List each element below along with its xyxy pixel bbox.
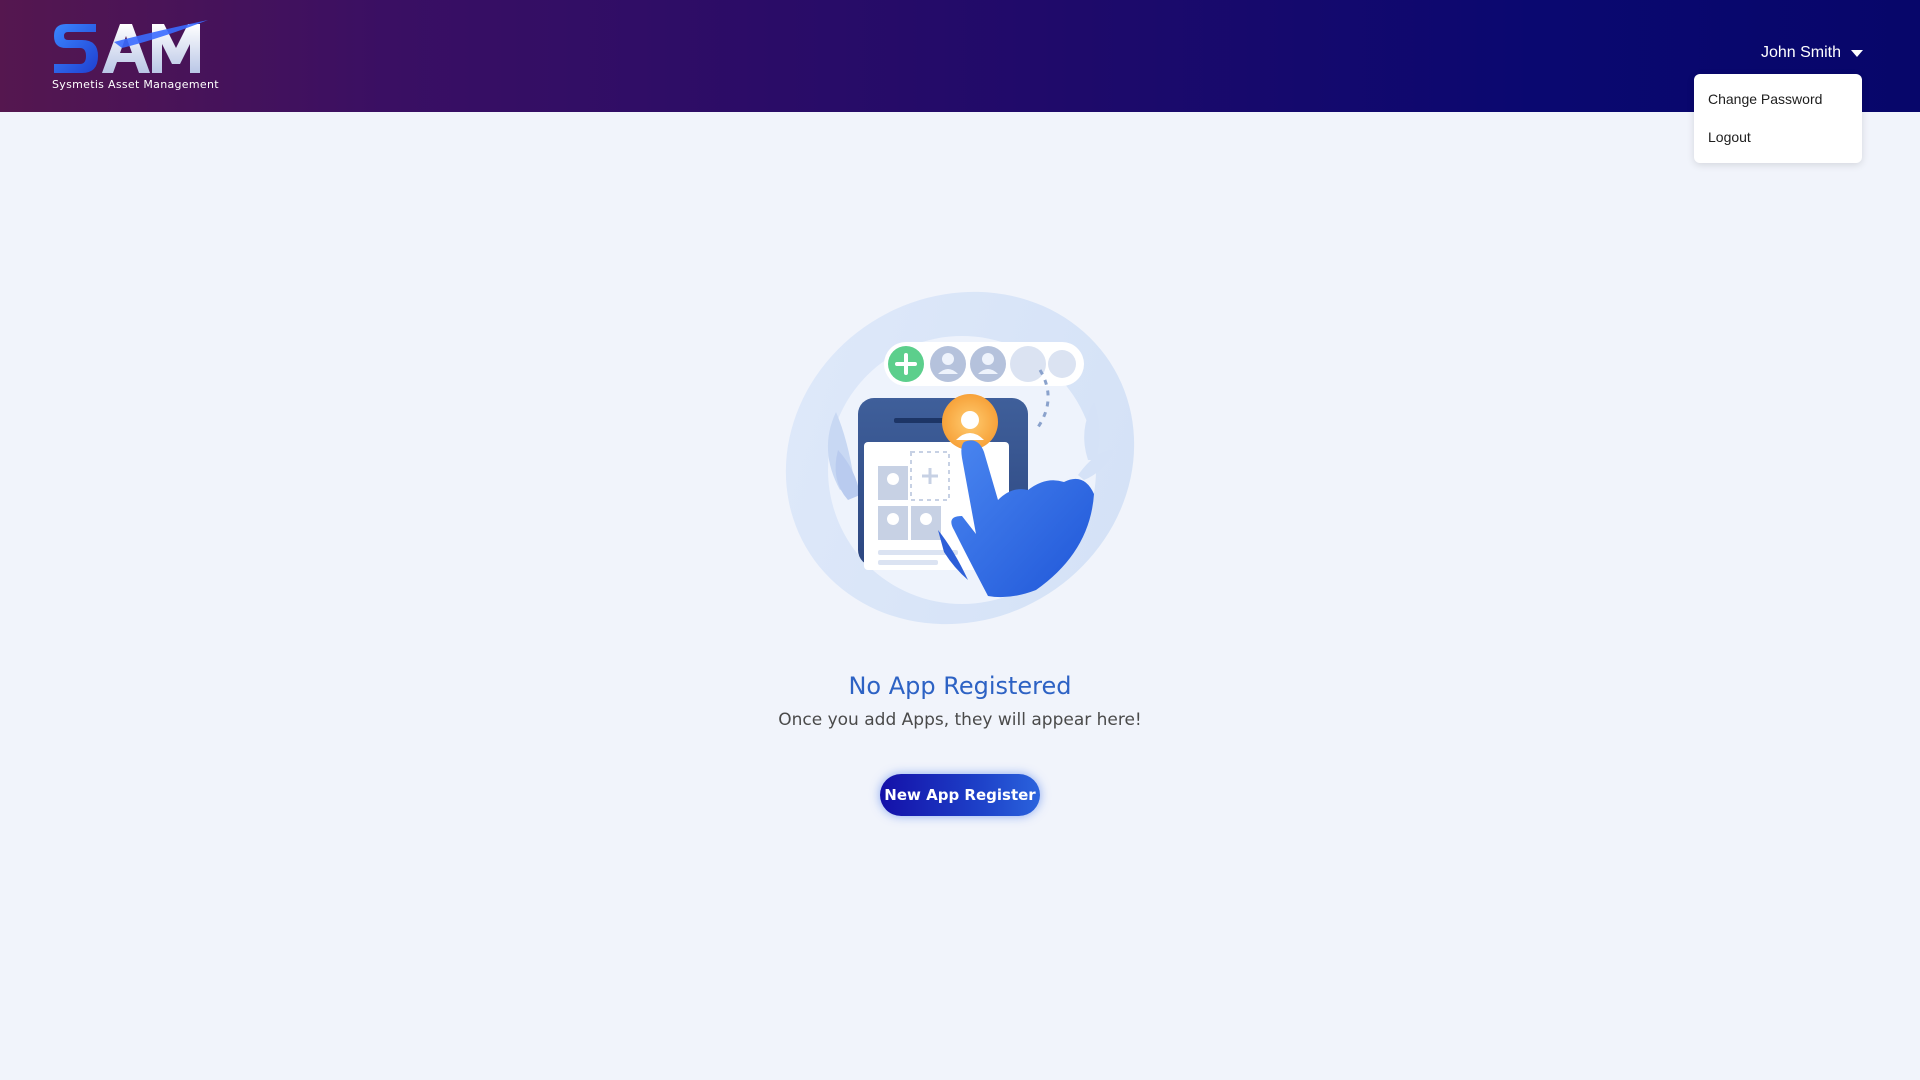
empty-state-title: No App Registered	[848, 672, 1072, 700]
empty-state-subtitle: Once you add Apps, they will appear here…	[778, 710, 1142, 730]
user-name: John Smith	[1760, 44, 1841, 61]
sam-logo[interactable]: Sysmetis Asset Management	[52, 18, 219, 94]
top-header: Sysmetis Asset Management John Smith	[0, 0, 1920, 112]
user-menu-toggle[interactable]: John Smith	[1761, 44, 1863, 62]
caret-down-icon	[1851, 49, 1863, 57]
logo-subtitle: Sysmetis Asset Management	[52, 78, 219, 91]
sam-logo-mark	[54, 20, 208, 73]
new-app-register-button[interactable]: New App Register	[880, 774, 1040, 816]
user-dropdown-menu: Change Password Logout	[1694, 74, 1862, 163]
logout-menu-item[interactable]: Logout	[1708, 129, 1751, 145]
change-password-menu-item[interactable]: Change Password	[1708, 91, 1822, 107]
add-user-illustration	[778, 290, 1143, 625]
